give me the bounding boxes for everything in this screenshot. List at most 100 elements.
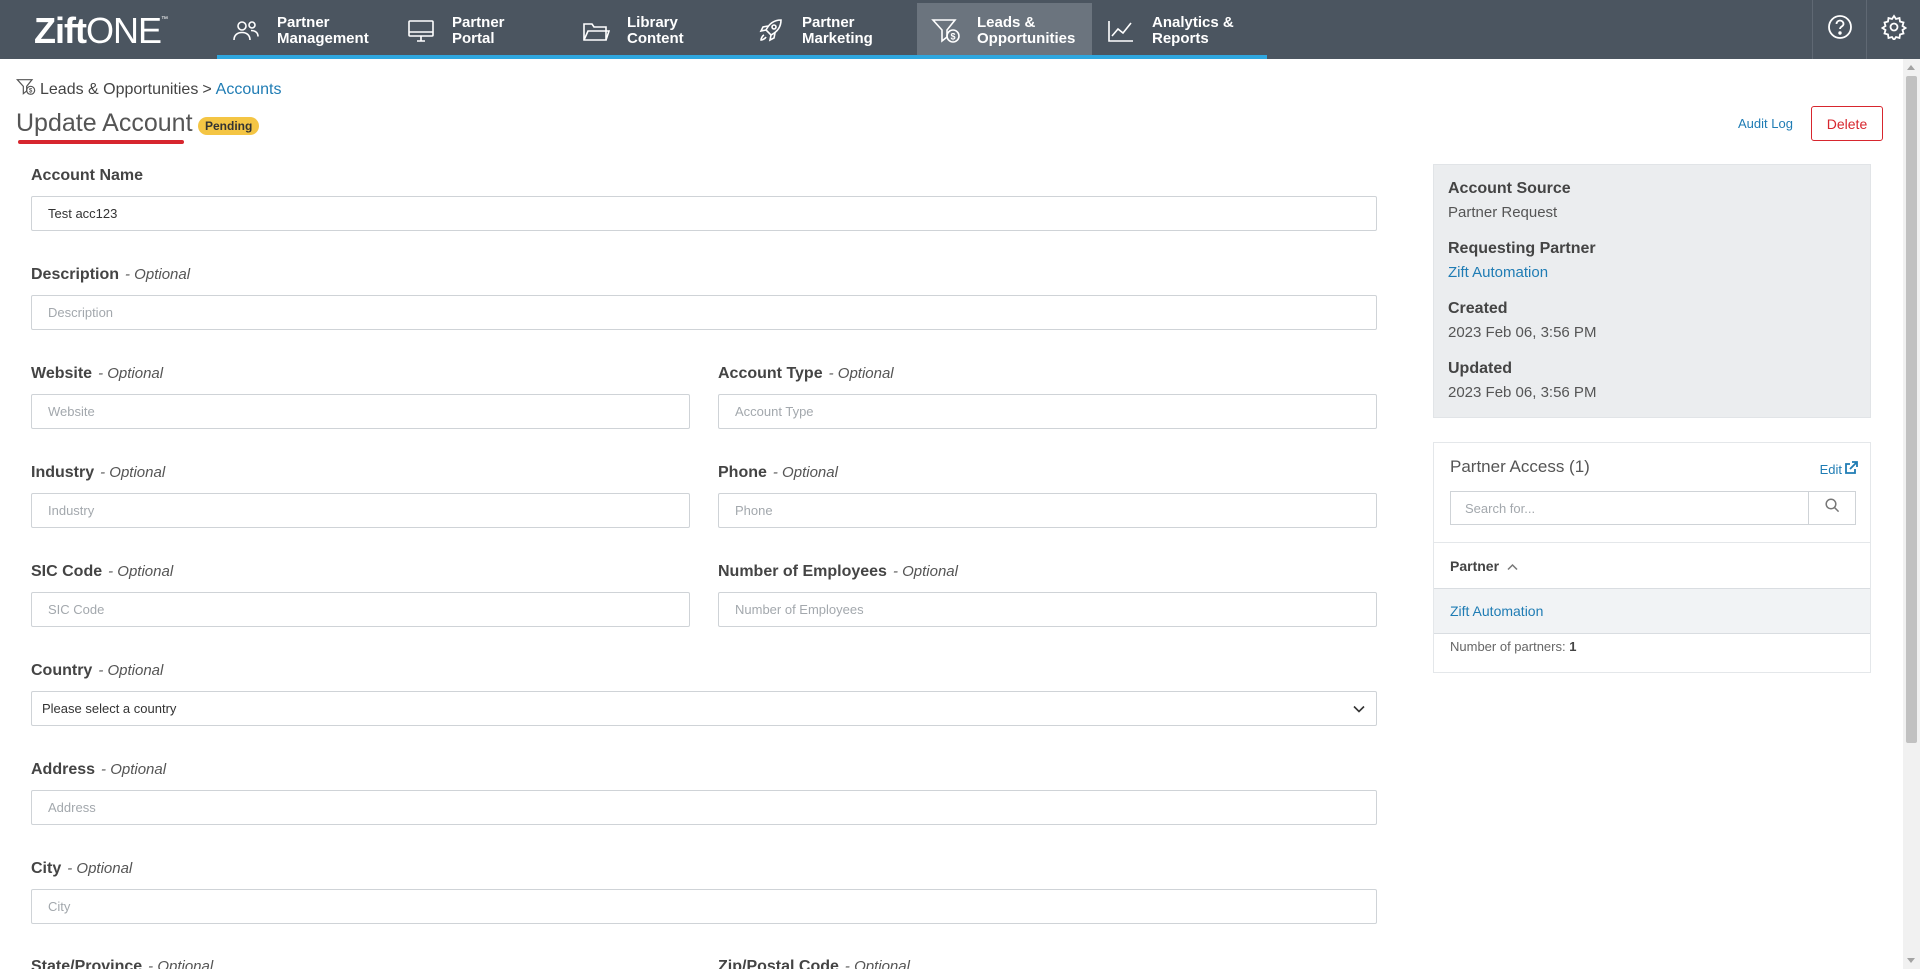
nav-tab-partner-management[interactable]: Partner Management <box>217 3 392 59</box>
folder-icon <box>581 16 611 46</box>
sic-code-label: SIC Code - Optional <box>31 563 173 581</box>
website-label: Website - Optional <box>31 365 163 383</box>
requesting-partner-link[interactable]: Zift Automation <box>1448 264 1548 281</box>
nav-tab-label: Analytics & Reports <box>1152 14 1234 47</box>
optional-tag: - Optional <box>125 266 191 283</box>
scroll-up-arrow[interactable] <box>1907 65 1915 70</box>
scrollbar-thumb[interactable] <box>1906 76 1917 743</box>
created-label: Created <box>1448 300 1508 317</box>
field-label-text: State/Province <box>31 958 143 969</box>
gear-icon <box>1880 14 1907 45</box>
website-input[interactable] <box>31 394 690 429</box>
chevron-up-icon <box>1499 558 1518 574</box>
address-label: Address - Optional <box>31 761 166 779</box>
chevron-down-icon <box>1352 702 1366 719</box>
field-label-text: Phone <box>718 464 767 481</box>
partner-access-panel: Partner Access (1) Edit Partner Zift Aut… <box>1433 442 1871 673</box>
partner-column-header[interactable]: Partner <box>1434 542 1870 589</box>
country-label: Country - Optional <box>31 662 163 680</box>
phone-input[interactable] <box>718 493 1377 528</box>
account-source-label: Account Source <box>1448 180 1571 197</box>
partner-search-button[interactable] <box>1808 491 1856 525</box>
column-header-label: Partner <box>1450 557 1500 574</box>
account-name-label: Account Name <box>31 167 143 185</box>
field-label-text: Account Name <box>31 167 144 184</box>
field-label-text: Number of Employees <box>718 563 887 580</box>
account-type-label: Account Type - Optional <box>718 365 894 383</box>
optional-tag: - Optional <box>67 860 133 877</box>
line-chart-icon <box>1106 16 1136 46</box>
address-input[interactable] <box>31 790 1377 825</box>
optional-tag: - Optional <box>108 563 174 580</box>
nav-tab-label: Library Content <box>627 14 684 47</box>
field-label-text: SIC Code <box>31 563 103 580</box>
created-value: 2023 Feb 06, 3:56 PM <box>1448 324 1597 341</box>
scroll-down-arrow[interactable] <box>1907 958 1915 963</box>
breadcrumb-separator: > <box>202 80 212 98</box>
rocket-icon <box>756 16 786 46</box>
industry-input[interactable] <box>31 493 690 528</box>
account-source-value: Partner Request <box>1448 204 1558 221</box>
account-name-input[interactable] <box>31 196 1377 231</box>
nav-right-actions <box>1812 0 1920 59</box>
field-label-text: Industry <box>31 464 95 481</box>
breadcrumb: $ Leads & Opportunities > Accounts <box>15 78 282 101</box>
description-input[interactable] <box>31 295 1377 330</box>
optional-tag: - Optional <box>101 761 167 778</box>
audit-log-link[interactable]: Audit Log <box>1738 116 1793 131</box>
nav-tab-partner-portal[interactable]: Partner Portal <box>392 3 567 59</box>
nav-tab-label: Leads & Opportunities <box>977 14 1076 47</box>
logo-trademark: ™ <box>160 16 168 23</box>
delete-button[interactable]: Delete <box>1811 106 1883 141</box>
help-icon <box>1827 14 1853 45</box>
optional-tag: - Optional <box>844 958 910 969</box>
country-select[interactable]: Please select a country <box>31 691 1377 726</box>
account-info-panel: Account Source Partner Request Requestin… <box>1433 164 1871 418</box>
optional-tag: - Optional <box>98 365 164 382</box>
sic-code-input[interactable] <box>31 592 690 627</box>
nav-tab-label: Partner Portal <box>452 14 505 47</box>
field-label-text: Address <box>31 761 96 778</box>
main-nav-tabs: Partner Management Partner Portal Librar… <box>217 3 1267 59</box>
settings-button[interactable] <box>1866 0 1920 59</box>
optional-tag: - Optional <box>148 958 214 969</box>
table-row: Zift Automation <box>1434 589 1870 634</box>
field-label-text: City <box>31 860 62 877</box>
city-input[interactable] <box>31 889 1377 924</box>
nav-tab-analytics-reports[interactable]: Analytics & Reports <box>1092 3 1267 59</box>
partner-link[interactable]: Zift Automation <box>1450 603 1543 619</box>
logo-text-bold: Zift <box>34 10 87 51</box>
help-button[interactable] <box>1812 0 1866 59</box>
logo-text-light: ONE <box>85 10 162 51</box>
funnel-dollar-icon: $ <box>931 16 961 46</box>
optional-tag: - Optional <box>772 464 838 481</box>
search-icon <box>1824 498 1840 518</box>
employees-input[interactable] <box>718 592 1377 627</box>
breadcrumb-accounts-link[interactable]: Accounts <box>216 81 282 99</box>
partner-access-title: Partner Access (1) <box>1450 457 1590 476</box>
external-link-icon <box>1842 461 1858 478</box>
partner-count-value: 1 <box>1569 639 1577 654</box>
account-type-input[interactable] <box>718 394 1377 429</box>
field-label-text: Website <box>31 365 93 382</box>
optional-tag: - Optional <box>100 464 166 481</box>
title-underline <box>18 140 184 144</box>
optional-tag: - Optional <box>892 563 958 580</box>
status-badge: Pending <box>198 117 260 135</box>
nav-tab-library-content[interactable]: Library Content <box>567 3 742 59</box>
page-scrollbar[interactable] <box>1903 59 1920 969</box>
users-icon <box>231 16 261 46</box>
ziftone-logo[interactable]: ZiftONE™ <box>34 10 168 51</box>
nav-tab-leads-opportunities[interactable]: $ Leads & Opportunities <box>917 3 1092 59</box>
partner-access-edit-link[interactable]: Edit <box>1820 461 1858 478</box>
edit-label: Edit <box>1819 462 1842 477</box>
partner-count: Number of partners: 1 <box>1450 639 1576 654</box>
funnel-dollar-icon: $ <box>15 78 36 101</box>
field-label-text: Country <box>31 662 93 679</box>
description-label: Description - Optional <box>31 266 190 284</box>
optional-tag: - Optional <box>98 662 164 679</box>
nav-tab-partner-marketing[interactable]: Partner Marketing <box>742 3 917 59</box>
partner-search-input[interactable] <box>1450 491 1808 525</box>
field-label-text: Zip/Postal Code <box>718 958 839 969</box>
top-nav: ZiftONE™ Partner Management Partner Port… <box>0 0 1920 59</box>
